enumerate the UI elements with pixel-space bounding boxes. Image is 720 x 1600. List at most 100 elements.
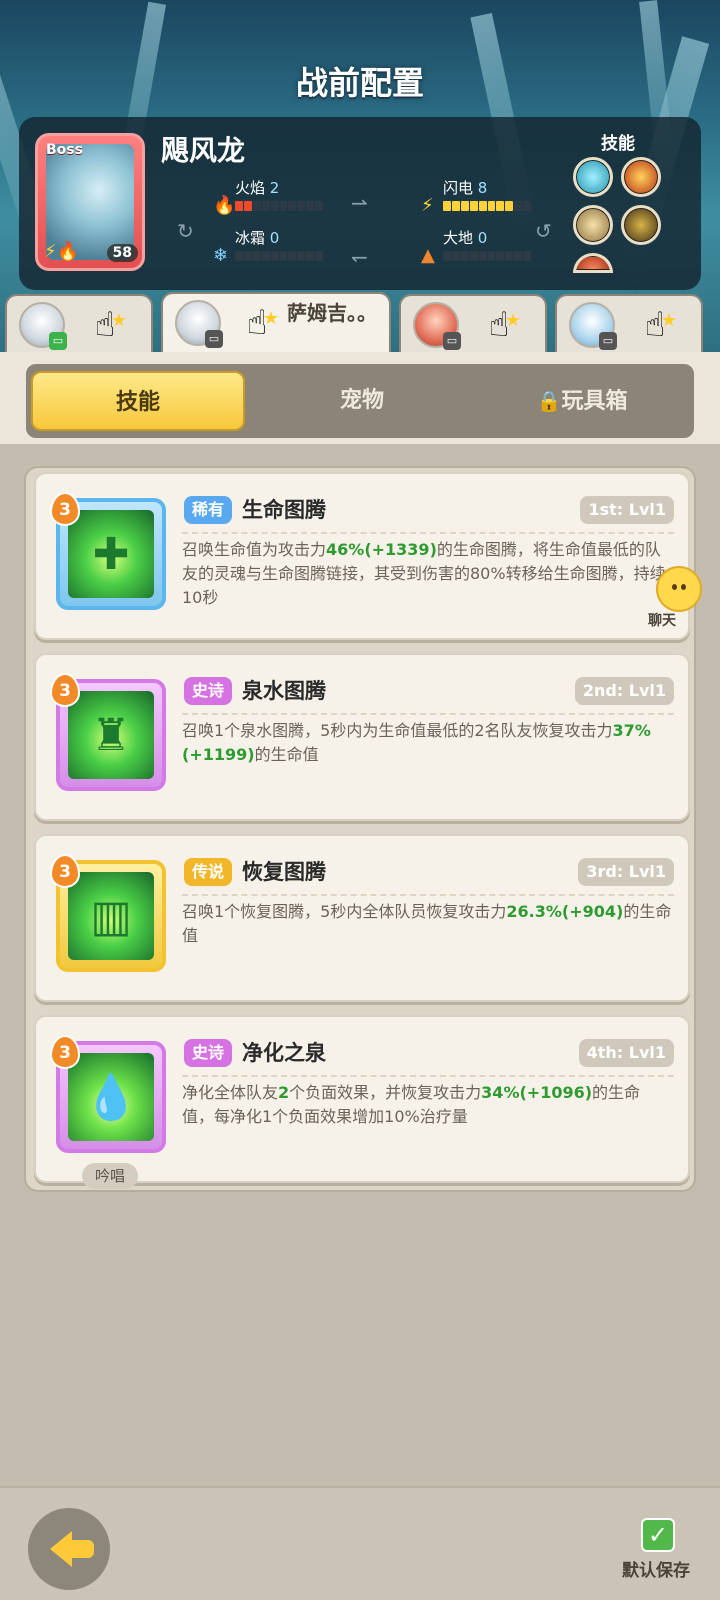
earth-value: 0: [477, 229, 488, 247]
skill-slot-badge: 2nd: Lvl1: [574, 677, 674, 705]
stat-bar-segment: [252, 251, 261, 261]
skill-card[interactable]: ✚ 3 稀有 生命图腾 1st: Lvl1 召唤生命值为攻击力46%(+1339…: [34, 472, 690, 640]
stat-bar-segment: [469, 201, 478, 211]
cycle-arrow-icon: ↺: [535, 219, 552, 243]
stat-bar-segment: [451, 201, 460, 211]
stat-bar-segment: [306, 251, 315, 261]
hero-tab-2[interactable]: ▭ ☝ ★ 萨姆吉。。: [161, 292, 391, 356]
stat-bar-segment: [235, 201, 243, 211]
boss-card[interactable]: Boss ⚡🔥 58: [35, 133, 145, 271]
skill-card[interactable]: ▥ 3 传说 恢复图腾 3rd: Lvl1 召唤1个恢复图腾，5秒内全体队员恢复…: [34, 834, 690, 1002]
skill-name: 生命图腾: [242, 498, 326, 522]
tap-hand-icon: ☝ ★: [246, 303, 279, 343]
stat-bar-segment: [487, 251, 496, 261]
hero-tab-4[interactable]: ▭ ☝ ★: [555, 294, 703, 356]
stat-bar-segment: [443, 251, 451, 261]
boss-skill-icon[interactable]: [621, 157, 661, 197]
stat-bar-segment: [261, 251, 270, 261]
fire-icon: 🔥: [213, 195, 236, 216]
boss-info-panel: Boss ⚡🔥 58 飓风龙 火焰 2 🔥 闪电 8 ⚡ 冰霜 0 ❄ 大地 0…: [19, 117, 701, 290]
stat-bar-segment: [523, 251, 532, 261]
stat-bar-segment: [451, 251, 460, 261]
chant-tag: 吟唱: [82, 1163, 138, 1189]
recovery-totem-icon: ▥: [68, 872, 154, 960]
chat-label: 聊天: [648, 613, 676, 629]
fire-value: 2: [269, 179, 280, 197]
rarity-badge: 传说: [184, 858, 233, 886]
skill-level-badge: 3: [50, 492, 80, 526]
mountain-icon: ▲: [421, 245, 435, 266]
back-button[interactable]: [28, 1508, 110, 1590]
boss-tag: Boss: [46, 142, 83, 158]
frost-value: 0: [269, 229, 280, 247]
snowflake-icon: ❄: [213, 245, 229, 266]
hero-avatar: ▭: [413, 302, 461, 350]
life-totem-icon: ✚: [68, 510, 154, 598]
spring-totem-icon: ♜: [68, 691, 154, 779]
hero-tab-1[interactable]: ▭ ☝ ★: [5, 294, 153, 356]
stat-bar-segment: [505, 201, 514, 211]
stat-bar-segment: [469, 251, 478, 261]
stat-bar-segment: [270, 201, 279, 211]
skill-name: 净化之泉: [242, 1041, 326, 1065]
cycle-arrow-icon: ↽: [351, 245, 368, 269]
tab-toybox[interactable]: 🔒玩具箱: [475, 371, 689, 431]
stat-bar-segment: [279, 201, 288, 211]
lightning-icon: ⚡: [421, 195, 434, 216]
stat-bar-segment: [496, 251, 505, 261]
divider: [182, 894, 674, 896]
earth-bar: [443, 251, 532, 261]
skill-description: 召唤1个泉水图腾，5秒内为生命值最低的2名队友恢复攻击力37%(+1199)的生…: [182, 721, 651, 764]
stat-bar-segment: [306, 201, 315, 211]
hero-avatar: ▭: [175, 300, 223, 348]
chat-badge-icon: ▭: [205, 330, 223, 348]
skill-name: 恢复图腾: [242, 860, 326, 884]
divider: [182, 713, 674, 715]
stat-bar-segment: [315, 201, 324, 211]
stat-bar-segment: [478, 201, 487, 211]
stat-bar-segment: [478, 251, 487, 261]
rarity-badge: 史诗: [184, 677, 233, 705]
skill-level-badge: 3: [50, 854, 80, 888]
stat-bar-segment: [496, 201, 505, 211]
tab-pets[interactable]: 宠物: [255, 371, 469, 431]
skill-name: 泉水图腾: [242, 679, 326, 703]
rarity-badge: 史诗: [184, 1039, 233, 1067]
stat-bar-segment: [243, 201, 252, 211]
boss-skill-icon[interactable]: [573, 253, 613, 273]
boss-skill-icon[interactable]: [621, 205, 661, 245]
stat-bar-segment: [270, 251, 279, 261]
stat-bar-segment: [460, 251, 469, 261]
default-save-label[interactable]: 默认保存: [622, 1556, 690, 1581]
chat-badge-icon: ▭: [443, 332, 461, 350]
hero-tab-3[interactable]: ▭ ☝ ★: [399, 294, 547, 356]
stat-bar-segment: [252, 201, 261, 211]
stat-bar-segment: [514, 201, 523, 211]
checkbox-icon[interactable]: ✓: [641, 1518, 675, 1552]
tap-hand-icon: ☝ ★: [94, 305, 127, 345]
boss-level: 58: [106, 244, 138, 262]
stat-bar-segment: [288, 251, 297, 261]
boss-name: 飓风龙: [161, 134, 246, 167]
stat-bar-segment: [261, 201, 270, 211]
back-arrow-icon: [50, 1531, 72, 1567]
skill-card[interactable]: 💧 3 史诗 净化之泉 4th: Lvl1 净化全体队友2个负面效果，并恢复攻击…: [34, 1015, 690, 1189]
lightning-fire-icon: ⚡🔥: [44, 241, 80, 262]
skill-level-badge: 3: [50, 1035, 80, 1069]
tab-skills[interactable]: 技能: [31, 371, 245, 431]
stat-bar-segment: [443, 201, 451, 211]
tap-hand-icon: ☝ ★: [644, 305, 677, 345]
stat-bar-segment: [523, 201, 532, 211]
stat-bar-segment: [487, 201, 496, 211]
skill-card[interactable]: ♜ 3 史诗 泉水图腾 2nd: Lvl1 召唤1个泉水图腾，5秒内为生命值最低…: [34, 653, 690, 821]
skill-slot-badge: 1st: Lvl1: [580, 496, 674, 524]
boss-skill-icon[interactable]: [573, 157, 613, 197]
skill-slot-badge: 4th: Lvl1: [578, 1039, 674, 1067]
cycle-arrow-icon: ↻: [177, 219, 194, 243]
fire-bar: [235, 201, 324, 211]
stat-bar-segment: [279, 251, 288, 261]
purify-spring-icon: 💧: [68, 1053, 154, 1141]
boss-skill-icon[interactable]: [573, 205, 613, 245]
chat-button[interactable]: 聊天: [636, 566, 710, 629]
tap-hand-icon: ☝ ★: [488, 305, 521, 345]
